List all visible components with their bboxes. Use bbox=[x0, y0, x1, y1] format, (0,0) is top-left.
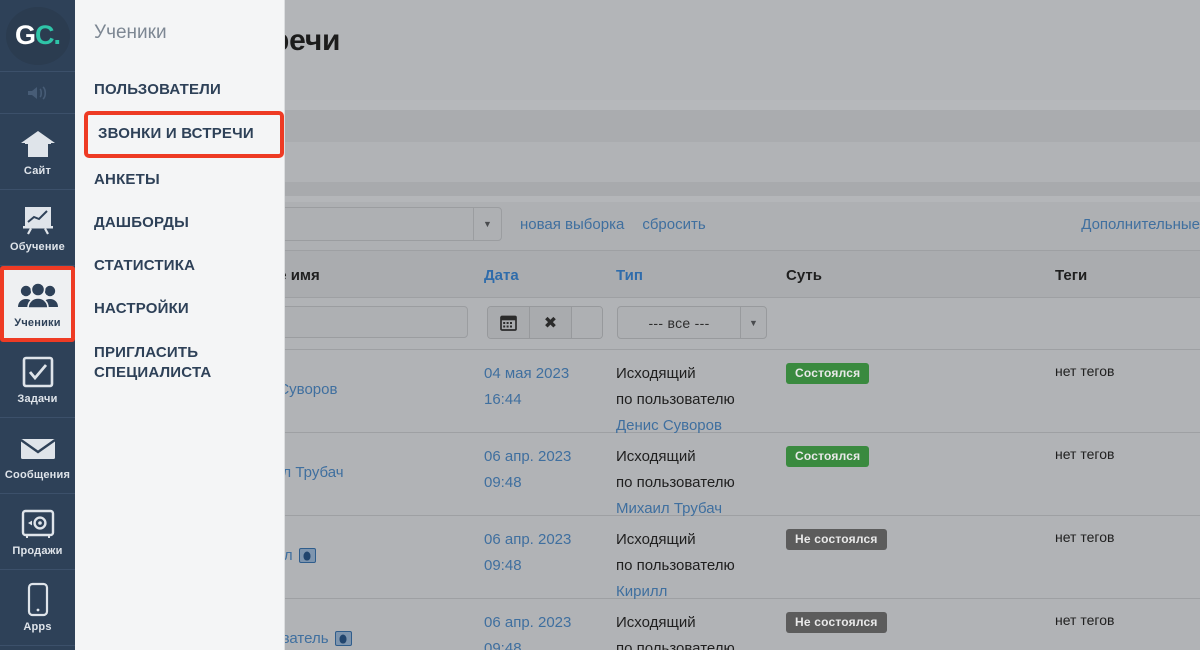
logo-text-part2: C. bbox=[35, 20, 61, 50]
cell-tags: нет тегов bbox=[1055, 612, 1115, 628]
submenu-item-users[interactable]: ПОЛЬЗОВАТЕЛИ bbox=[94, 68, 284, 111]
sidebar-item-label: Ученики bbox=[14, 317, 61, 329]
cell-tags: нет тегов bbox=[1055, 446, 1115, 462]
row-type-sub: по пользователю bbox=[616, 640, 735, 650]
row-type: Исходящий bbox=[616, 448, 696, 465]
home-icon bbox=[18, 127, 58, 161]
sound-icon bbox=[25, 76, 51, 110]
chart-board-icon bbox=[19, 203, 57, 237]
column-header-essence[interactable]: Суть bbox=[786, 267, 822, 284]
reset-link[interactable]: сбросить bbox=[642, 216, 705, 233]
date-filter-group[interactable]: ✖ bbox=[487, 306, 603, 339]
app-root: стречи ▼ новая выборка сбросить Дополнит… bbox=[0, 0, 1200, 650]
cell-date: 06 апр. 2023 09:48 bbox=[484, 444, 571, 496]
row-time: 09:48 bbox=[484, 474, 522, 491]
status-badge: Не состоялся bbox=[786, 529, 887, 550]
type-filter-value: --- все --- bbox=[648, 314, 710, 331]
selection-toolbar: ▼ новая выборка сбросить bbox=[250, 207, 706, 241]
submenu-item-dashboards[interactable]: ДАШБОРДЫ bbox=[94, 201, 284, 244]
close-icon[interactable]: ✖ bbox=[530, 307, 572, 338]
row-date: 06 апр. 2023 bbox=[484, 531, 572, 548]
status-badge: Состоялся bbox=[786, 363, 870, 384]
logo-circle: G C. bbox=[5, 6, 70, 65]
submenu-item-forms[interactable]: АНКЕТЫ bbox=[94, 158, 284, 201]
safe-icon bbox=[21, 507, 55, 541]
date-filter-spacer bbox=[572, 307, 602, 338]
chevron-down-icon: ▼ bbox=[740, 307, 766, 338]
row-type: Исходящий bbox=[616, 365, 696, 382]
calendar-icon[interactable] bbox=[488, 307, 530, 338]
submenu-item-invite-specialist[interactable]: ПРИГЛАСИТЬ СПЕЦИАЛИСТА bbox=[94, 331, 284, 395]
saved-selection-dropdown[interactable]: ▼ bbox=[250, 207, 502, 241]
row-time: 09:48 bbox=[484, 640, 522, 650]
new-selection-link[interactable]: новая выборка bbox=[520, 216, 624, 233]
cell-date: 04 мая 2023 16:44 bbox=[484, 361, 569, 413]
row-time: 16:44 bbox=[484, 391, 522, 408]
sidebar-item-sales[interactable]: Продажи bbox=[0, 494, 75, 570]
sound-toggle[interactable] bbox=[0, 72, 75, 114]
logo-text-part1: G bbox=[14, 20, 36, 50]
cell-essence: Не состоялся bbox=[786, 529, 887, 550]
submenu-item-statistics[interactable]: СТАТИСТИКА bbox=[94, 244, 284, 287]
users-icon bbox=[17, 279, 59, 313]
app-logo[interactable]: G C. bbox=[0, 0, 75, 72]
sidebar-item-label: Продажи bbox=[12, 544, 63, 557]
row-date: 04 мая 2023 bbox=[484, 365, 570, 382]
sidebar-item-education[interactable]: Обучение bbox=[0, 190, 75, 266]
students-submenu-panel: Ученики ПОЛЬЗОВАТЕЛИ ЗВОНКИ И ВСТРЕЧИ АН… bbox=[75, 0, 285, 650]
user-card-icon[interactable] bbox=[298, 548, 316, 563]
column-header-date[interactable]: Дата bbox=[484, 267, 519, 284]
checkbox-icon bbox=[21, 355, 55, 389]
cell-essence: Состоялся bbox=[786, 446, 870, 467]
sidebar-item-label: Apps bbox=[23, 620, 52, 633]
status-badge: Не состоялся bbox=[786, 612, 887, 633]
submenu-item-settings[interactable]: НАСТРОЙКИ bbox=[94, 287, 284, 330]
submenu-item-calls-and-meetings[interactable]: ЗВОНКИ И ВСТРЕЧИ bbox=[84, 111, 284, 158]
chevron-down-icon: ▼ bbox=[473, 208, 501, 240]
row-type: Исходящий bbox=[616, 614, 696, 631]
left-nav-rail: G C. Сайт Обучение Ученики Задачи Сообще… bbox=[0, 0, 75, 650]
row-time: 09:48 bbox=[484, 557, 522, 574]
user-card-icon[interactable] bbox=[334, 631, 352, 646]
envelope-icon bbox=[18, 431, 58, 465]
type-filter-select[interactable]: --- все --- ▼ bbox=[617, 306, 767, 339]
cell-type: Исходящий по пользователю Денис Суворов bbox=[616, 361, 735, 439]
row-date: 06 апр. 2023 bbox=[484, 448, 572, 465]
sidebar-item-label: Сайт bbox=[23, 164, 52, 177]
column-header-type[interactable]: Тип bbox=[616, 267, 643, 284]
cell-essence: Состоялся bbox=[786, 363, 870, 384]
row-date: 06 апр. 2023 bbox=[484, 614, 572, 631]
row-type-sub: по пользователю bbox=[616, 474, 735, 491]
cell-date: 06 апр. 2023 09:48 bbox=[484, 527, 571, 579]
cell-tags: нет тегов bbox=[1055, 529, 1115, 545]
sidebar-item-tasks[interactable]: Задачи bbox=[0, 342, 75, 418]
status-badge: Состоялся bbox=[786, 446, 870, 467]
sidebar-item-site[interactable]: Сайт bbox=[0, 114, 75, 190]
submenu-title: Ученики bbox=[94, 22, 167, 43]
sidebar-item-messages[interactable]: Сообщения bbox=[0, 418, 75, 494]
sidebar-item-label: Задачи bbox=[17, 392, 58, 405]
cell-type: Исходящий по пользователю bbox=[616, 610, 735, 650]
cell-tags: нет тегов bbox=[1055, 363, 1115, 379]
cell-type: Исходящий по пользователю Кирилл bbox=[616, 527, 735, 605]
sidebar-item-apps[interactable]: Apps bbox=[0, 570, 75, 646]
cell-date: 06 апр. 2023 09:48 bbox=[484, 610, 571, 650]
row-type-sub: по пользователю bbox=[616, 557, 735, 574]
sidebar-item-label: Обучение bbox=[10, 240, 65, 253]
phone-icon bbox=[26, 582, 50, 617]
sidebar-item-students[interactable]: Ученики bbox=[0, 266, 75, 342]
row-type-sub: по пользователю bbox=[616, 391, 735, 408]
cell-essence: Не состоялся bbox=[786, 612, 887, 633]
cell-type: Исходящий по пользователю Михаил Трубач bbox=[616, 444, 735, 522]
column-header-tags[interactable]: Теги bbox=[1055, 267, 1087, 284]
sidebar-item-label: Сообщения bbox=[4, 468, 71, 481]
additional-link[interactable]: Дополнительные bbox=[1081, 216, 1200, 233]
row-type: Исходящий bbox=[616, 531, 696, 548]
